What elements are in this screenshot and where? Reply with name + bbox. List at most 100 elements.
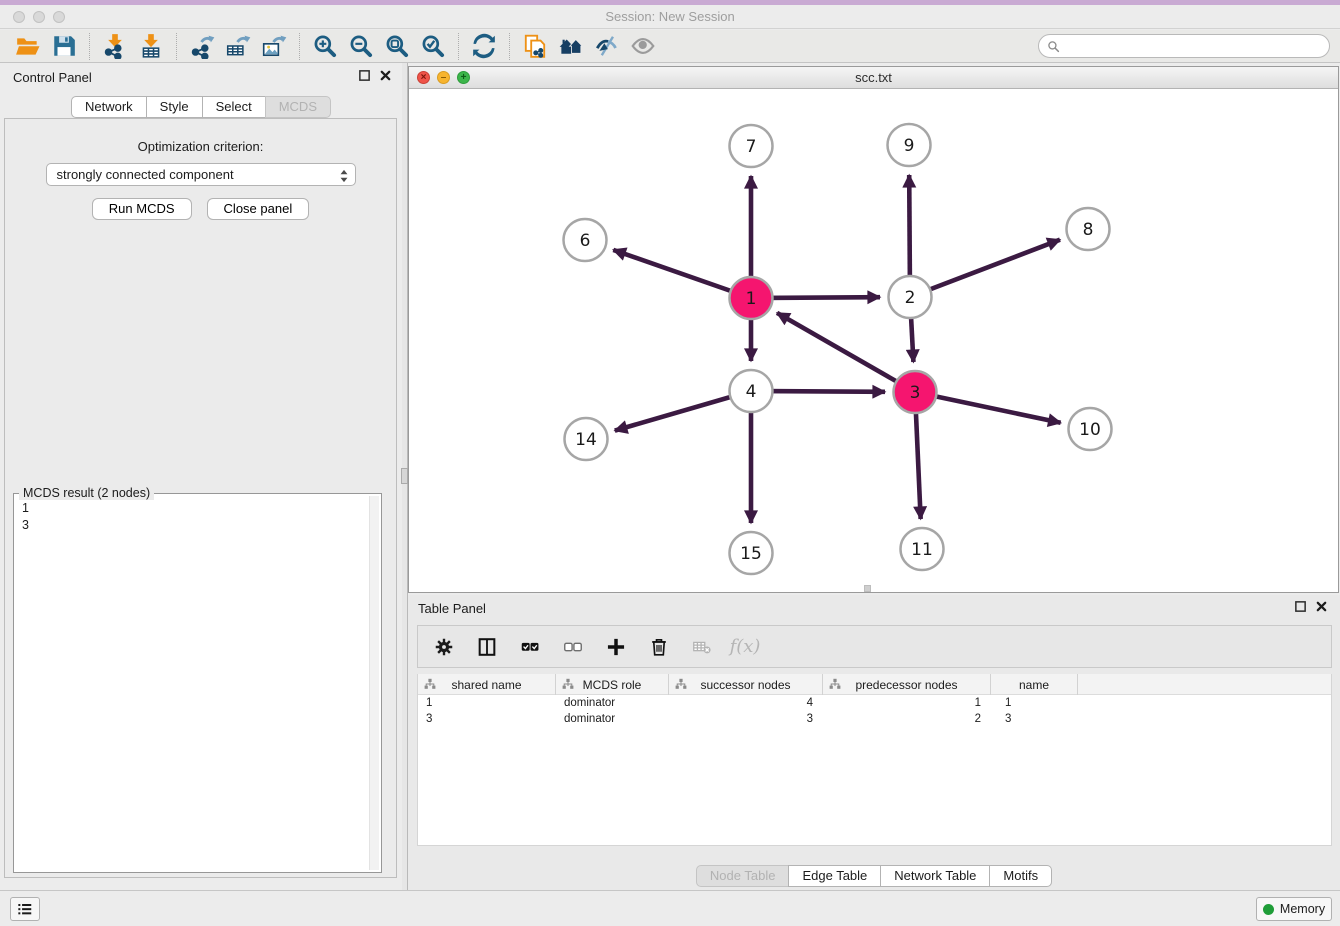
graph-node-9[interactable]: 9 xyxy=(888,124,931,166)
network-zoom-button[interactable]: + xyxy=(457,71,470,84)
export-network-button[interactable] xyxy=(184,32,220,61)
hierarchy-icon xyxy=(829,678,841,693)
import-network-button[interactable] xyxy=(97,32,133,61)
network-window-titlebar[interactable]: × – + scc.txt xyxy=(409,67,1338,89)
close-window-button[interactable] xyxy=(13,11,25,23)
graph-node-7[interactable]: 7 xyxy=(730,125,773,167)
search-box[interactable] xyxy=(1038,34,1330,58)
graph-node-4[interactable]: 4 xyxy=(730,370,773,412)
export-table-button[interactable] xyxy=(220,32,256,61)
graph-node-label: 10 xyxy=(1079,420,1101,440)
toolbar-separator xyxy=(299,33,300,60)
graph-node-label: 7 xyxy=(746,137,757,157)
graph-node-6[interactable]: 6 xyxy=(564,219,607,261)
graph-node-3[interactable]: 3 xyxy=(894,371,937,413)
graph-node-8[interactable]: 8 xyxy=(1067,208,1110,250)
result-scrollbar[interactable] xyxy=(369,496,379,870)
dropdown-stepper-icon xyxy=(339,169,349,183)
graph-edge-2-8[interactable] xyxy=(910,240,1060,297)
split-panel-button[interactable] xyxy=(473,632,501,662)
hide-graphics-details-button[interactable] xyxy=(589,32,625,61)
birds-eye-view-button[interactable] xyxy=(625,32,661,61)
tab-network-table[interactable]: Network Table xyxy=(880,865,990,887)
memory-button[interactable]: Memory xyxy=(1256,897,1332,921)
close-table-panel-icon[interactable] xyxy=(1315,600,1328,613)
table-tabs: Node TableEdge TableNetwork TableMotifs xyxy=(408,865,1340,887)
export-image-button[interactable] xyxy=(256,32,292,61)
search-input[interactable] xyxy=(1065,39,1321,54)
network-graph[interactable]: 7 9 6 8 1 2 4 3 14 10 15 11 xyxy=(409,89,1338,592)
home-button[interactable] xyxy=(553,32,589,61)
table-row[interactable]: 1dominator411 xyxy=(418,695,1331,711)
zoom-window-button[interactable] xyxy=(53,11,65,23)
column-label: MCDS role xyxy=(583,678,642,692)
table-cell: dominator xyxy=(556,695,669,711)
zoom-out-button[interactable] xyxy=(343,32,379,61)
refresh-layout-button[interactable] xyxy=(466,32,502,61)
hierarchy-icon xyxy=(424,678,436,693)
tab-network[interactable]: Network xyxy=(71,96,147,118)
float-table-panel-icon[interactable] xyxy=(1294,600,1307,613)
task-history-button[interactable] xyxy=(10,897,40,921)
tab-edge-table[interactable]: Edge Table xyxy=(788,865,881,887)
graph-node-label: 14 xyxy=(575,430,597,450)
settings-button[interactable] xyxy=(430,632,458,662)
graph-edge-3-1[interactable] xyxy=(777,313,915,392)
toolbar-separator xyxy=(176,33,177,60)
column-header-predecessor-nodes[interactable]: predecessor nodes xyxy=(823,674,991,695)
network-canvas[interactable]: 7 9 6 8 1 2 4 3 14 10 15 11 xyxy=(409,89,1338,592)
toolbar-separator xyxy=(89,33,90,60)
deselect-all-button[interactable] xyxy=(559,632,587,662)
splitter-handle[interactable] xyxy=(401,468,408,484)
tab-style[interactable]: Style xyxy=(146,96,203,118)
duplicate-network-button[interactable] xyxy=(517,32,553,61)
graph-node-14[interactable]: 14 xyxy=(565,418,608,460)
delete-button[interactable] xyxy=(645,632,673,662)
select-all-button[interactable] xyxy=(516,632,544,662)
graph-node-label: 2 xyxy=(905,288,916,308)
network-minimize-button[interactable]: – xyxy=(437,71,450,84)
run-mcds-button[interactable]: Run MCDS xyxy=(92,198,192,220)
close-panel-icon[interactable] xyxy=(379,69,392,82)
tab-node-table[interactable]: Node Table xyxy=(696,865,790,887)
criterion-dropdown[interactable]: strongly connected component xyxy=(46,163,356,186)
add-button[interactable] xyxy=(602,632,630,662)
column-header-successor-nodes[interactable]: successor nodes xyxy=(669,674,823,695)
canvas-resize-handle[interactable] xyxy=(864,585,871,592)
float-panel-icon[interactable] xyxy=(358,69,371,82)
zoom-selected-button[interactable] xyxy=(415,32,451,61)
status-bar: Memory xyxy=(0,890,1340,926)
graph-node-10[interactable]: 10 xyxy=(1069,408,1112,450)
open-session-button[interactable] xyxy=(10,32,46,61)
graph-node-label: 4 xyxy=(746,382,757,402)
column-header-name[interactable]: name xyxy=(991,674,1078,695)
table-row[interactable]: 3dominator323 xyxy=(418,711,1331,727)
graph-node-11[interactable]: 11 xyxy=(901,528,944,570)
mcds-result-text[interactable]: 13 xyxy=(14,496,368,870)
graph-node-15[interactable]: 15 xyxy=(730,532,773,574)
graph-node-label: 11 xyxy=(911,540,933,560)
graph-node-1[interactable]: 1 xyxy=(730,277,773,319)
import-table-button[interactable] xyxy=(133,32,169,61)
save-session-button[interactable] xyxy=(46,32,82,61)
column-label: shared name xyxy=(451,678,521,692)
column-header-shared-name[interactable]: shared name xyxy=(418,674,556,695)
tab-mcds[interactable]: MCDS xyxy=(265,96,331,118)
zoom-in-button[interactable] xyxy=(307,32,343,61)
graph-node-2[interactable]: 2 xyxy=(889,276,932,318)
tab-motifs[interactable]: Motifs xyxy=(989,865,1052,887)
window-title: Session: New Session xyxy=(0,5,1340,29)
node-table: shared name MCDS role successor nodesprede… xyxy=(417,674,1332,846)
tab-select[interactable]: Select xyxy=(202,96,266,118)
minimize-window-button[interactable] xyxy=(33,11,45,23)
control-panel-title: Control Panel xyxy=(13,70,92,85)
zoom-fit-button[interactable] xyxy=(379,32,415,61)
mcds-result-groupbox: MCDS result (2 nodes) 13 xyxy=(13,493,382,873)
close-panel-button[interactable]: Close panel xyxy=(207,198,310,220)
search-icon xyxy=(1047,40,1060,53)
table-cell: 3 xyxy=(669,711,823,727)
function-builder-button: f(x) xyxy=(731,632,759,662)
graph-node-label: 15 xyxy=(740,544,762,564)
column-header-MCDS-role[interactable]: MCDS role xyxy=(556,674,669,695)
network-close-button[interactable]: × xyxy=(417,71,430,84)
